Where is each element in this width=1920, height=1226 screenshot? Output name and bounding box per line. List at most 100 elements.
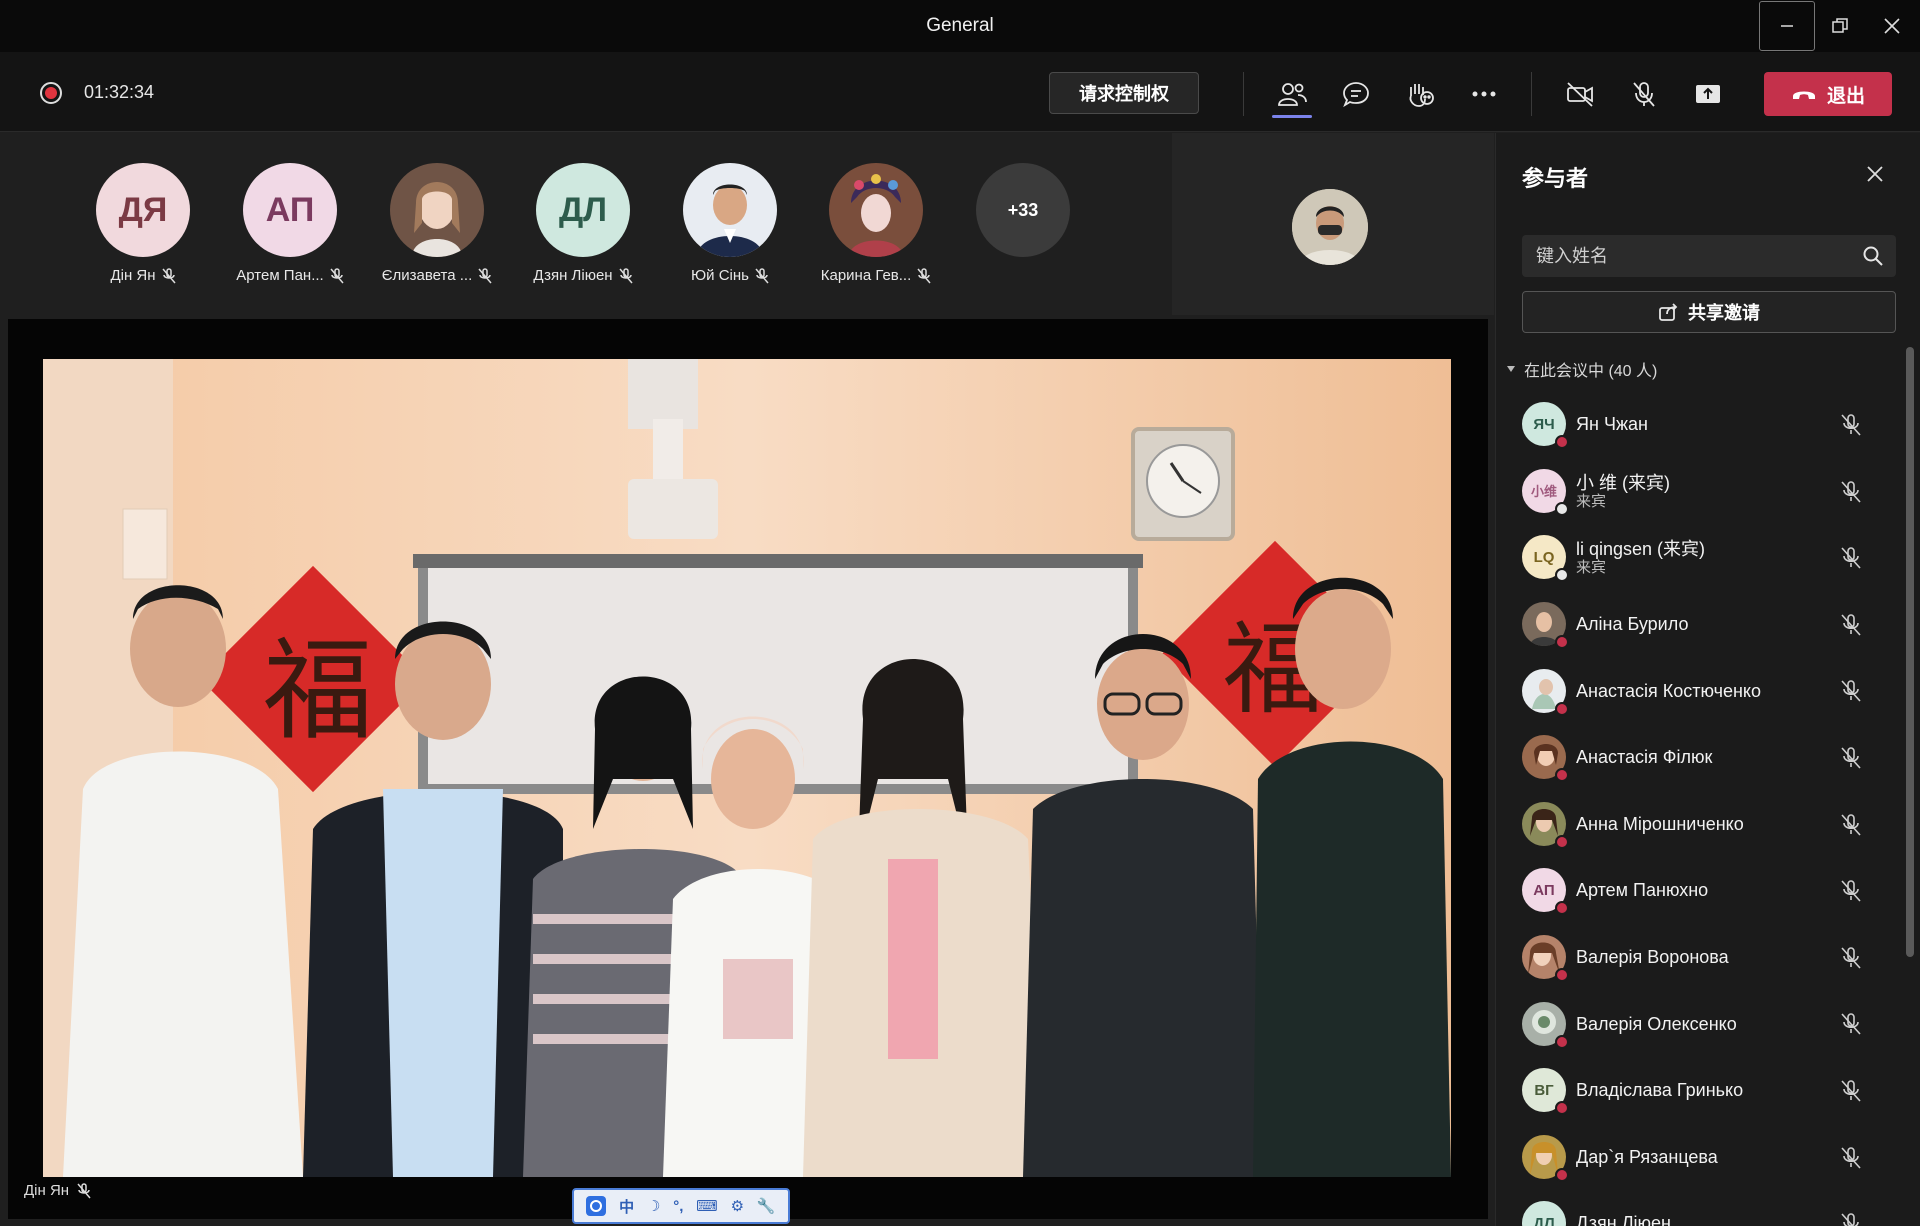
- ime-logo-icon[interactable]: [586, 1196, 607, 1216]
- list-item[interactable]: 小维 小 维 (来宾) 来宾: [1522, 458, 1882, 525]
- in-meeting-section-toggle[interactable]: 在此会议中 (40 人): [1506, 357, 1657, 381]
- list-item[interactable]: АП Артем Панюхно: [1522, 857, 1882, 924]
- ime-tools-button[interactable]: 🔧: [757, 1197, 776, 1215]
- person-photo-icon: [390, 163, 484, 257]
- minimize-button[interactable]: [1759, 1, 1815, 51]
- participant-name: Анна Мірошниченко: [1576, 813, 1744, 834]
- title-bar: General: [0, 0, 1920, 52]
- avatar-photo: [683, 163, 777, 257]
- mic-toggle[interactable]: [1620, 72, 1668, 116]
- participant-name: Дар`я Рязанцева: [1576, 1146, 1718, 1167]
- mic-off-icon: [1841, 414, 1861, 436]
- status-badge: [1555, 768, 1569, 783]
- ime-width-toggle[interactable]: ☽: [647, 1197, 660, 1215]
- search-icon[interactable]: [1862, 245, 1884, 267]
- participant-tile[interactable]: ДЯ Дін Ян: [78, 163, 208, 284]
- chat-icon: [1343, 82, 1369, 108]
- more-count: +33: [976, 163, 1070, 257]
- list-item[interactable]: Анастасія Філюк: [1522, 724, 1882, 791]
- meeting-timer: 01:32:34: [84, 82, 155, 102]
- participant-name: Артем Панюхно: [1576, 880, 1709, 901]
- chat-button[interactable]: [1332, 72, 1380, 116]
- leave-label: 退出: [1826, 85, 1865, 107]
- participant-name: li qingsen (来宾): [1576, 539, 1706, 560]
- share-icon: [1659, 303, 1678, 321]
- close-icon: [1867, 166, 1883, 182]
- avatar-initials: LQ: [1533, 548, 1555, 566]
- participants-button[interactable]: [1268, 72, 1316, 118]
- mic-off-icon: [619, 267, 633, 283]
- participant-name: Валерія Олексенко: [1576, 1013, 1737, 1034]
- list-item[interactable]: Валерія Олексенко: [1522, 990, 1882, 1057]
- avatar-photo: [1522, 1001, 1569, 1049]
- camera-toggle[interactable]: [1556, 72, 1604, 116]
- svg-text:福: 福: [263, 627, 373, 755]
- participant-name: Анастасія Костюченко: [1576, 680, 1762, 701]
- participant-tile[interactable]: Карина Гев...: [811, 163, 941, 284]
- status-badge: [1555, 834, 1569, 849]
- close-icon: [1884, 18, 1900, 34]
- participant-tile[interactable]: Єлизавета ...: [372, 163, 502, 284]
- list-item[interactable]: ВГ Владіслава Гринько: [1522, 1057, 1882, 1124]
- participant-role: 来宾: [1576, 492, 1607, 510]
- more-participants-button[interactable]: +33: [958, 163, 1088, 257]
- mic-off-icon: [917, 267, 931, 283]
- more-options-button[interactable]: [1460, 72, 1508, 116]
- close-window-button[interactable]: [1864, 0, 1920, 52]
- avatar-photo: [1522, 801, 1569, 849]
- list-item[interactable]: Аліна Бурило: [1522, 591, 1882, 658]
- panel-scrollbar[interactable]: [1906, 347, 1914, 957]
- share-screen-icon: [1696, 85, 1720, 103]
- participant-name: Дзян Ліюен: [1576, 1213, 1671, 1226]
- ime-mode-toggle[interactable]: 中: [619, 1196, 634, 1217]
- avatar-initials: 小维: [1530, 484, 1557, 500]
- participant-name: Єлизавета ...: [381, 267, 473, 284]
- request-control-button[interactable]: 请求控制权: [1049, 72, 1199, 114]
- close-panel-button[interactable]: [1862, 161, 1888, 187]
- search-input[interactable]: [1522, 235, 1842, 277]
- participant-name: Дзян Ліюен: [533, 267, 613, 284]
- participant-tile[interactable]: ДЛ Дзян Ліюен: [518, 163, 648, 284]
- people-icon: [1278, 83, 1307, 106]
- participant-tile[interactable]: АП Артем Пан...: [225, 163, 355, 284]
- mic-off-icon: [755, 267, 769, 283]
- avatar-photo: [1522, 668, 1569, 716]
- participant-name: Дін Ян: [110, 267, 156, 284]
- list-item[interactable]: ЯЧ Ян Чжан: [1522, 391, 1882, 458]
- participant-tile[interactable]: Юй Сінь: [665, 163, 795, 284]
- list-item[interactable]: Анна Мірошниченко: [1522, 791, 1882, 858]
- list-item[interactable]: Валерія Воронова: [1522, 924, 1882, 991]
- person-photo-icon: [829, 163, 923, 257]
- list-item[interactable]: Анастасія Костюченко: [1522, 657, 1882, 724]
- share-invite-button[interactable]: 共享邀请: [1522, 291, 1896, 333]
- ime-toolbar[interactable]: 中 ☽ °, ⌨ ⚙ 🔧: [572, 1188, 790, 1224]
- camera-off-icon: [1567, 82, 1593, 107]
- mic-off-icon: [1841, 813, 1861, 836]
- restore-button[interactable]: [1812, 0, 1868, 52]
- avatar-initials: ЯЧ: [1533, 415, 1555, 433]
- list-item[interactable]: LQ li qingsen (来宾) 来宾: [1522, 524, 1882, 591]
- status-badge: [1555, 968, 1569, 983]
- list-item[interactable]: Дар`я Рязанцева: [1522, 1124, 1882, 1191]
- self-avatar: [1292, 189, 1368, 265]
- avatar-initials: АП: [1533, 881, 1555, 899]
- avatar-initials: ДЛ: [1533, 1214, 1555, 1226]
- avatar: ДЯ: [96, 163, 190, 257]
- recording-icon: [40, 82, 62, 104]
- list-item[interactable]: ДЛ Дзян Ліюен: [1522, 1190, 1882, 1226]
- avatar-photo: [390, 163, 484, 257]
- avatar: ДЛ: [536, 163, 630, 257]
- ime-settings-button[interactable]: ⚙: [731, 1197, 744, 1215]
- mic-off-icon: [1841, 480, 1861, 503]
- ime-keyboard-button[interactable]: ⌨: [696, 1197, 718, 1215]
- raise-hand-icon: [1409, 84, 1434, 107]
- mic-off-icon: [1841, 1213, 1859, 1226]
- share-screen-button[interactable]: [1684, 72, 1732, 116]
- participant-name: 小 维 (来宾): [1576, 472, 1670, 493]
- mic-off-icon: [330, 267, 344, 283]
- reactions-button[interactable]: [1396, 72, 1444, 116]
- avatar: ДЛ: [1522, 1201, 1566, 1226]
- leave-button[interactable]: 退出: [1764, 72, 1892, 116]
- main-video-stage: 福 福: [8, 319, 1488, 1219]
- ime-punct-toggle[interactable]: °,: [673, 1198, 683, 1215]
